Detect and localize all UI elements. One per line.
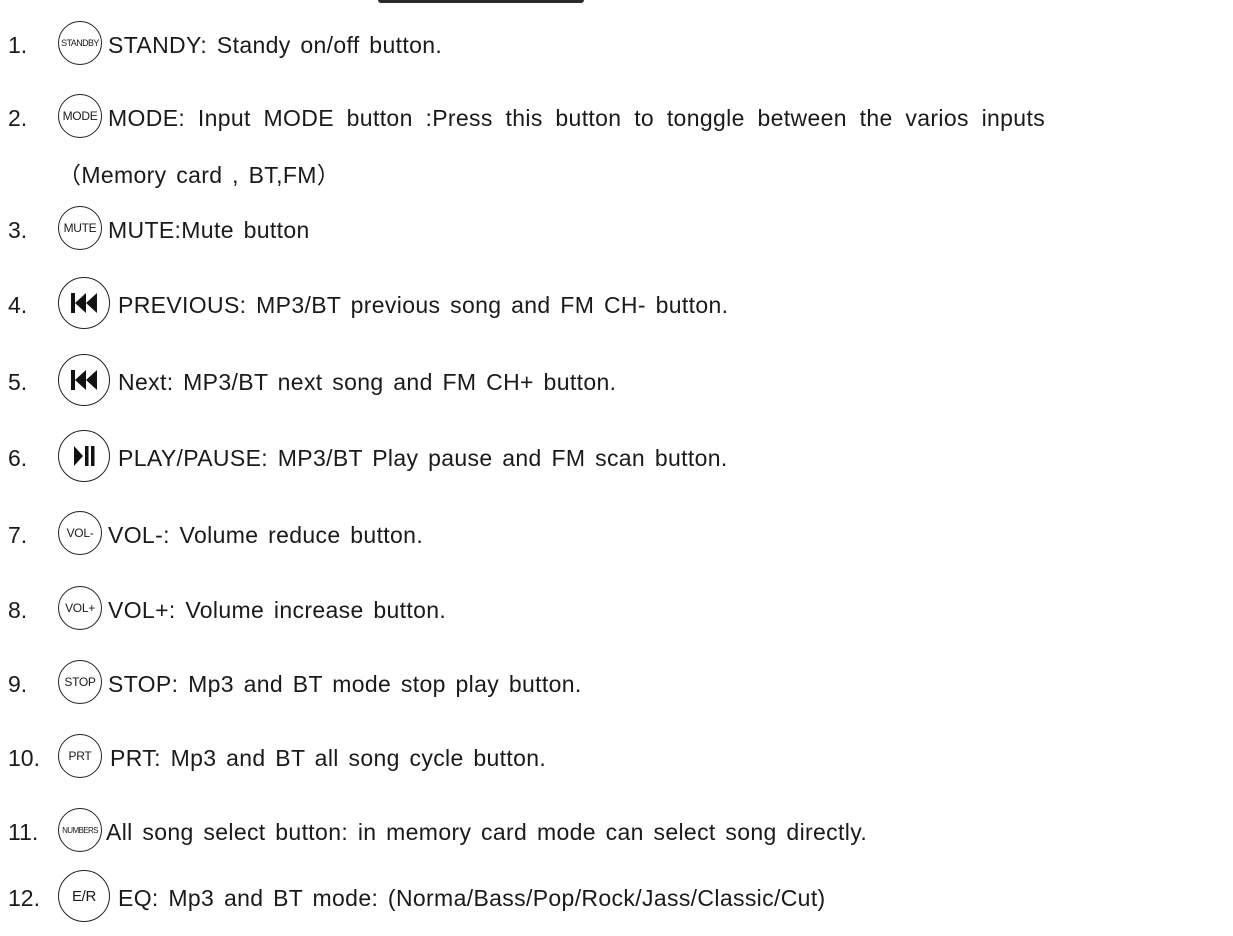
repeat-button-icon: PRT	[58, 734, 102, 778]
item-description: MODE: Input MODE button :Press this butt…	[108, 105, 1046, 131]
item-description: All song select button: in memory card m…	[106, 819, 868, 845]
item-description: STANDY: Standy on/off button.	[108, 32, 443, 58]
item-number: 9.	[8, 671, 28, 697]
list-item-numbers: 11. NUMBERS All song select button: in m…	[0, 804, 1233, 864]
list-item-play-pause: 6. PLAY/PAUSE: MP3/BT Play pause and FM …	[0, 430, 1233, 490]
list-item-mute: 3. MUTE MUTE:Mute button	[0, 202, 1233, 262]
item-description: EQ: Mp3 and BT mode: (Norma/Bass/Pop/Roc…	[118, 885, 826, 911]
stop-button-icon: STOP	[58, 660, 102, 704]
list-item-repeat: 10. PRT PRT: Mp3 and BT all song cycle b…	[0, 730, 1233, 790]
item-description: MUTE:Mute button	[108, 217, 310, 243]
item-number: 10.	[8, 745, 40, 771]
equalizer-button-icon: E/R	[58, 870, 110, 922]
list-item-equalizer: 12. E/R EQ: Mp3 and BT mode: (Norma/Bass…	[0, 870, 1233, 930]
item-description: VOL+: Volume increase button.	[108, 597, 447, 623]
item-description: PLAY/PAUSE: MP3/BT Play pause and FM sca…	[118, 445, 728, 471]
top-edge-bar	[378, 0, 584, 3]
list-item-standby: 1. STANDBY STANDY: Standy on/off button.	[0, 17, 1233, 77]
volume-up-button-icon: VOL+	[58, 586, 102, 630]
previous-track-icon	[58, 277, 110, 329]
list-item-stop: 9. STOP STOP: Mp3 and BT mode stop play …	[0, 656, 1233, 716]
item-number: 2.	[8, 105, 28, 131]
item-description: PREVIOUS: MP3/BT previous song and FM CH…	[118, 292, 729, 318]
item-number: 3.	[8, 217, 28, 243]
item-description: PRT: Mp3 and BT all song cycle button.	[110, 745, 547, 771]
item-number: 6.	[8, 445, 28, 471]
item-number: 5.	[8, 369, 28, 395]
item-number: 4.	[8, 292, 28, 318]
list-item-mode: 2. MODE MODE: Input MODE button :Press t…	[0, 90, 1233, 190]
item-number: 7.	[8, 522, 28, 548]
previous-track-icon	[58, 354, 110, 406]
item-description: STOP: Mp3 and BT mode stop play button.	[108, 671, 582, 697]
mode-button-icon: MODE	[58, 94, 102, 138]
item-number: 8.	[8, 597, 28, 623]
list-item-volume-up: 8. VOL+ VOL+: Volume increase button.	[0, 582, 1233, 642]
item-number: 12.	[8, 885, 40, 911]
play-pause-icon	[58, 430, 110, 482]
numbers-button-icon: NUMBERS	[58, 808, 102, 852]
standby-button-icon: STANDBY	[58, 21, 102, 65]
list-item-next: 5. Next: MP3/BT next song and FM CH+ but…	[0, 354, 1233, 414]
volume-down-button-icon: VOL-	[58, 511, 102, 555]
item-description-continued: （Memory card , BT,FM）	[58, 162, 341, 188]
item-number: 11.	[8, 819, 39, 845]
item-number: 1.	[8, 32, 28, 58]
list-item-previous: 4. PREVIOUS: MP3/BT previous song and FM…	[0, 277, 1233, 337]
item-description: Next: MP3/BT next song and FM CH+ button…	[118, 369, 617, 395]
list-item-volume-down: 7. VOL- VOL-: Volume reduce button.	[0, 507, 1233, 567]
item-description: VOL-: Volume reduce button.	[108, 522, 424, 548]
mute-button-icon: MUTE	[58, 206, 102, 250]
